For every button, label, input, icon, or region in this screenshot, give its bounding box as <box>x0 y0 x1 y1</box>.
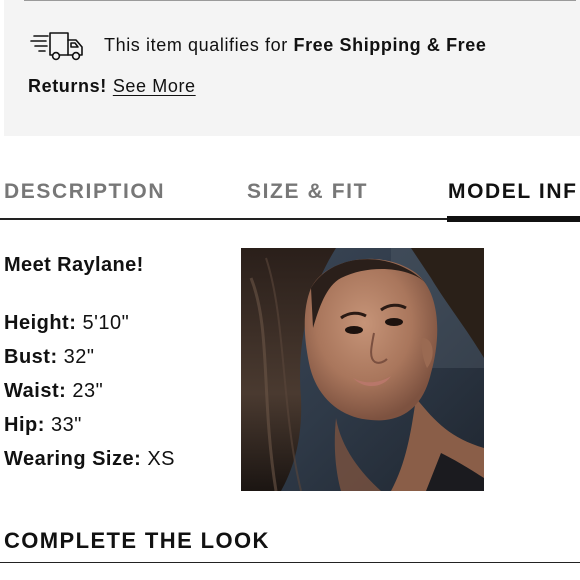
shipping-offer-continued: Returns! <box>28 76 107 96</box>
stat-label: Waist: <box>4 380 67 402</box>
shipping-offer: Free Shipping & Free <box>293 35 487 55</box>
stat-label: Height: <box>4 312 77 334</box>
model-stats: Height: 5'10" Bust: 32" Waist: 23" Hip: … <box>4 312 175 482</box>
complete-the-look-divider <box>0 562 580 563</box>
stat-waist: Waist: 23" <box>4 380 175 414</box>
shipping-message: This item qualifies for Free Shipping & … <box>104 35 487 56</box>
stat-value: 23" <box>72 380 104 402</box>
tab-size-and-fit[interactable]: SIZE & FIT <box>247 180 368 204</box>
product-tabs: DESCRIPTION SIZE & FIT MODEL INF <box>0 172 580 224</box>
fast-delivery-truck-icon <box>30 32 83 61</box>
stat-value: 5'10" <box>82 312 130 334</box>
shipping-text: This item qualifies for <box>104 35 294 55</box>
stat-bust: Bust: 32" <box>4 346 175 380</box>
stat-value: 32" <box>63 346 95 368</box>
shipping-message-continued: Returns! See More <box>28 76 196 97</box>
stat-hip: Hip: 33" <box>4 414 175 448</box>
divider <box>24 0 576 1</box>
stat-label: Bust: <box>4 346 58 368</box>
stat-label: Hip: <box>4 414 45 436</box>
stat-value: XS <box>147 448 176 470</box>
see-more-link[interactable]: See More <box>113 76 196 96</box>
model-heading: Meet Raylane! <box>4 254 144 276</box>
model-portrait-image <box>241 248 484 491</box>
stat-label: Wearing Size: <box>4 448 142 470</box>
active-tab-indicator <box>447 216 580 222</box>
shipping-banner <box>4 0 580 136</box>
tab-model-info[interactable]: MODEL INF <box>448 180 578 204</box>
tab-description[interactable]: DESCRIPTION <box>4 180 165 204</box>
product-page: This item qualifies for Free Shipping & … <box>0 0 580 580</box>
stat-height: Height: 5'10" <box>4 312 175 346</box>
stat-wearing-size: Wearing Size: XS <box>4 448 175 482</box>
model-photo <box>241 248 484 491</box>
stat-value: 33" <box>50 414 82 436</box>
complete-the-look-heading: COMPLETE THE LOOK <box>4 528 270 553</box>
